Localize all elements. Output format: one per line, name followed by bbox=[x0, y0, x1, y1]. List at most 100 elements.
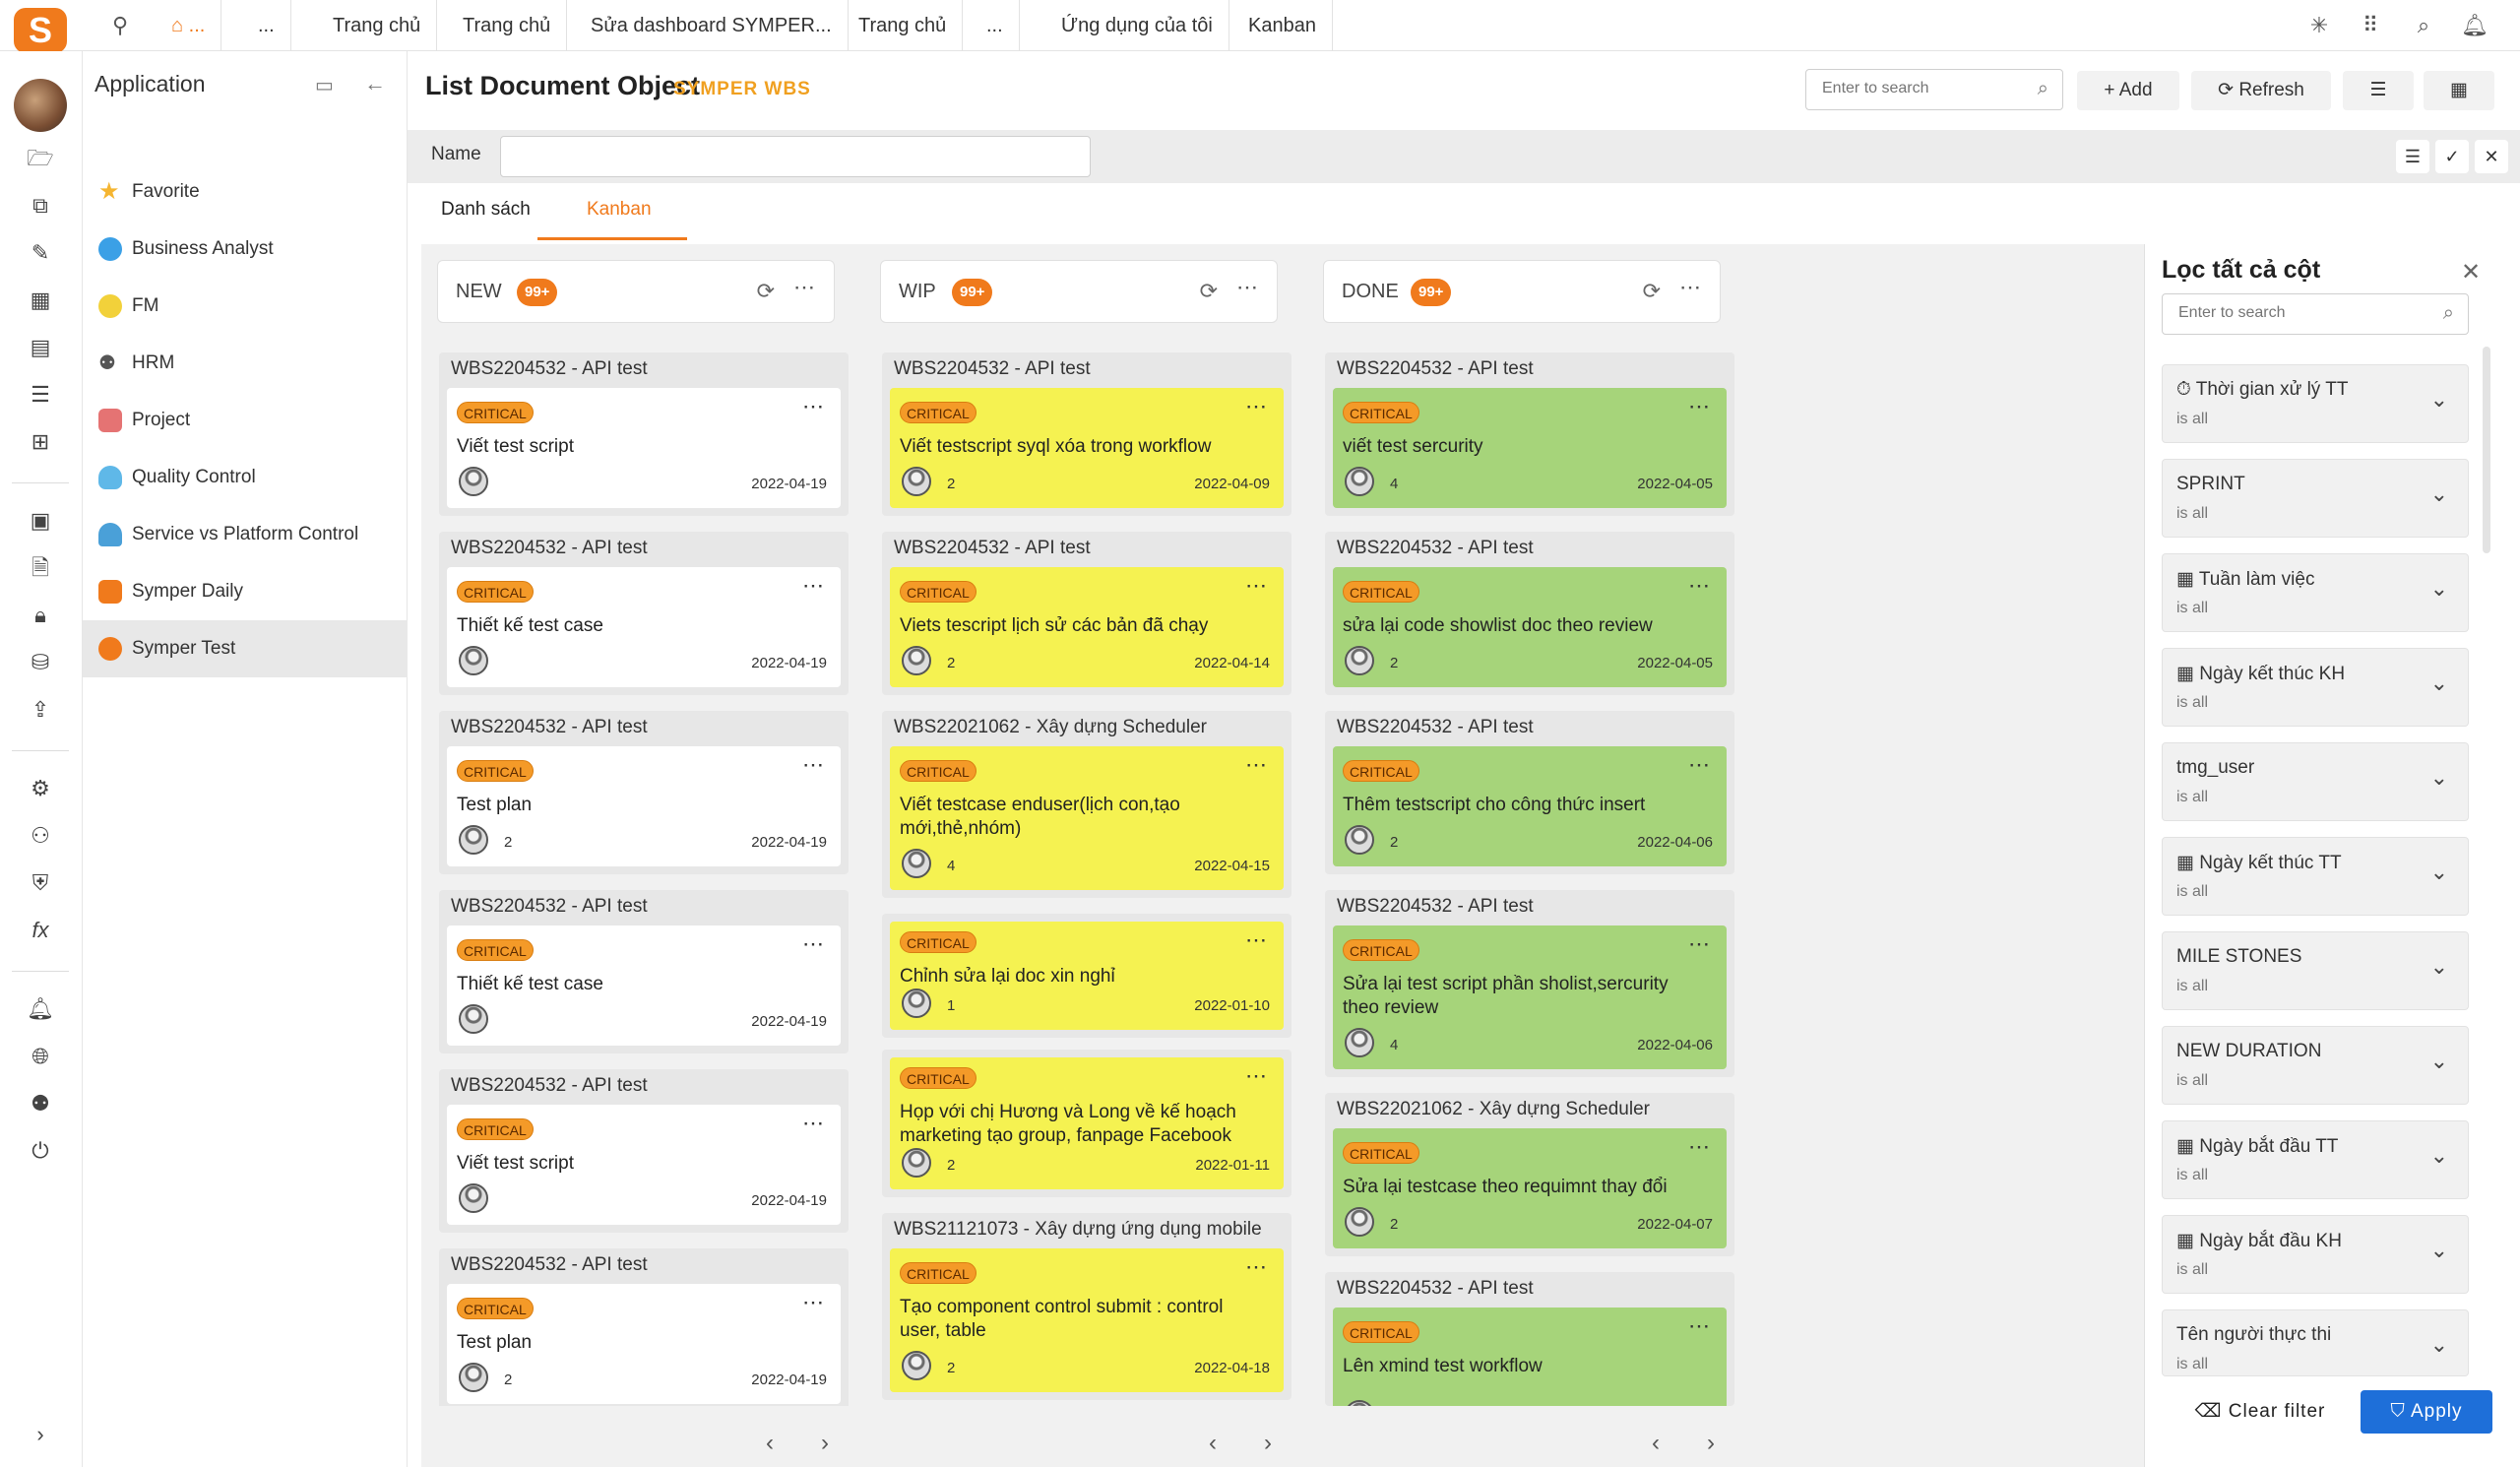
filter-button[interactable]: ☰ bbox=[2343, 71, 2414, 110]
sidebar-item-fm[interactable]: FM bbox=[83, 278, 408, 335]
card-more-icon[interactable]: ⋯ bbox=[1245, 752, 1268, 778]
globe-icon[interactable]: 🌐︎ bbox=[26, 1042, 55, 1071]
tab-more-left[interactable]: ... bbox=[242, 0, 291, 51]
chevron-down-icon[interactable]: ⌄ bbox=[2430, 670, 2448, 696]
folder-open-icon[interactable]: 🗁︎ bbox=[26, 144, 55, 173]
notification-settings-icon[interactable]: 🔔︎ bbox=[26, 994, 55, 1024]
card-body[interactable]: CRITICAL ⋯ sửa lại code showlist doc the… bbox=[1333, 567, 1727, 687]
chevron-down-icon[interactable]: ⌄ bbox=[2430, 1238, 2448, 1263]
filter-item[interactable]: ▦ Ngày kết thúc KH is all ⌄ bbox=[2162, 648, 2469, 727]
table-settings-button[interactable]: ▦ bbox=[2424, 71, 2494, 110]
kanban-card[interactable]: WBS2204532 - API test CRITICAL ⋯ sửa lại… bbox=[1325, 532, 1734, 695]
name-filter-input[interactable] bbox=[500, 136, 1091, 177]
card-more-icon[interactable]: ⋯ bbox=[1245, 1254, 1268, 1280]
card-body[interactable]: CRITICAL ⋯ Tạo component control submit … bbox=[890, 1248, 1284, 1392]
plug-icon[interactable]: ⏻ bbox=[26, 1136, 55, 1166]
kanban-card[interactable]: WBS22021062 - Xây dựng Scheduler CRITICA… bbox=[1325, 1093, 1734, 1256]
kanban-card[interactable]: WBS2204532 - API test CRITICAL ⋯ Thiết k… bbox=[439, 890, 849, 1053]
table-icon[interactable]: ▤ bbox=[26, 333, 55, 362]
chevron-down-icon[interactable]: ⌄ bbox=[2430, 481, 2448, 507]
card-more-icon[interactable]: ⋯ bbox=[802, 752, 825, 778]
refresh-icon[interactable]: ⟳ bbox=[1643, 279, 1661, 304]
clear-filter-button[interactable]: ⌫ Clear filter bbox=[2179, 1390, 2341, 1434]
expand-chevron-icon[interactable]: › bbox=[26, 1420, 55, 1449]
prev-page-icon[interactable]: ‹ bbox=[1652, 1430, 1660, 1457]
card-body[interactable]: CRITICAL ⋯ Sửa lại test script phần shol… bbox=[1333, 925, 1727, 1069]
pin-icon[interactable]: ⚲ bbox=[106, 12, 134, 39]
card-more-icon[interactable]: ⋯ bbox=[1688, 394, 1711, 419]
chevron-down-icon[interactable]: ⌄ bbox=[2430, 765, 2448, 791]
card-more-icon[interactable]: ⋯ bbox=[1245, 927, 1268, 953]
tab-kanban[interactable]: Kanban bbox=[1232, 0, 1333, 51]
sidebar-item-hrm[interactable]: ⚉ HRM bbox=[83, 335, 408, 392]
clear-close-icon[interactable]: ✕ bbox=[2475, 140, 2508, 173]
sidebar-item-quality-control[interactable]: Quality Control bbox=[83, 449, 408, 506]
sidebar-item-business-analyst[interactable]: Business Analyst bbox=[83, 221, 408, 278]
tab-kanban-view[interactable]: Kanban bbox=[587, 199, 652, 221]
filter-options-icon[interactable]: ☰ bbox=[2396, 140, 2429, 173]
kanban-card[interactable]: WBS2204532 - API test CRITICAL ⋯ Test pl… bbox=[439, 1248, 849, 1412]
card-body[interactable]: CRITICAL ⋯ Viết test script 2022-04-19 bbox=[447, 1105, 841, 1225]
sidebar-item-project[interactable]: Project bbox=[83, 392, 408, 449]
filter-item[interactable]: SPRINT is all ⌄ bbox=[2162, 459, 2469, 538]
apps-grid-icon[interactable]: ⠿ bbox=[2357, 12, 2384, 39]
kanban-card[interactable]: WBS2204532 - API test CRITICAL ⋯ Thêm te… bbox=[1325, 711, 1734, 874]
kanban-card[interactable]: WBS21121073 - Xây dựng ứng dụng mobile C… bbox=[882, 1213, 1292, 1400]
user-settings-icon[interactable]: ⚇ bbox=[26, 821, 55, 851]
more-options-icon[interactable]: ⋯ bbox=[793, 275, 816, 300]
sidebar-item-favorite[interactable]: ★ Favorite bbox=[83, 163, 408, 221]
kanban-card[interactable]: WBS22021062 - Xây dựng Scheduler CRITICA… bbox=[882, 711, 1292, 898]
next-page-icon[interactable]: › bbox=[1264, 1430, 1272, 1457]
user-link-icon[interactable]: ⚉ bbox=[26, 1089, 55, 1118]
file-check-icon[interactable]: 🗎︎ bbox=[26, 553, 55, 583]
chevron-down-icon[interactable]: ⌄ bbox=[2430, 1332, 2448, 1358]
tab-trang-chu-1[interactable]: Trang chủ bbox=[317, 0, 438, 51]
avatar[interactable] bbox=[14, 79, 67, 132]
kanban-card[interactable]: WBS2204532 - API test CRITICAL ⋯ Viết te… bbox=[882, 352, 1292, 516]
document-edit-icon[interactable]: ✎ bbox=[26, 238, 55, 268]
filter-item[interactable]: tmg_user is all ⌄ bbox=[2162, 742, 2469, 821]
kanban-card[interactable]: WBS2204532 - API test CRITICAL ⋯ Viets t… bbox=[882, 532, 1292, 695]
card-more-icon[interactable]: ⋯ bbox=[1688, 573, 1711, 599]
next-page-icon[interactable]: › bbox=[821, 1430, 829, 1457]
next-page-icon[interactable]: › bbox=[1707, 1430, 1715, 1457]
calendar-icon[interactable]: ▣ bbox=[26, 506, 55, 536]
card-more-icon[interactable]: ⋯ bbox=[1688, 1134, 1711, 1160]
filter-item[interactable]: ⏱ Thời gian xử lý TT is all ⌄ bbox=[2162, 364, 2469, 443]
chevron-down-icon[interactable]: ⌄ bbox=[2430, 860, 2448, 885]
card-body[interactable]: CRITICAL ⋯ Thêm testscript cho công thức… bbox=[1333, 746, 1727, 866]
card-more-icon[interactable]: ⋯ bbox=[802, 1290, 825, 1315]
filter-item[interactable]: ▦ Ngày kết thúc TT is all ⌄ bbox=[2162, 837, 2469, 916]
chevron-down-icon[interactable]: ⌄ bbox=[2430, 387, 2448, 413]
prev-page-icon[interactable]: ‹ bbox=[766, 1430, 774, 1457]
more-options-icon[interactable]: ⋯ bbox=[1236, 275, 1259, 300]
filter-item[interactable]: ▦ Ngày bắt đầu TT is all ⌄ bbox=[2162, 1120, 2469, 1199]
card-body[interactable]: CRITICAL ⋯ Viets tescript lịch sử các bả… bbox=[890, 567, 1284, 687]
card-more-icon[interactable]: ⋯ bbox=[1245, 394, 1268, 419]
widgets-icon[interactable]: ⊞ bbox=[26, 427, 55, 457]
card-body[interactable]: CRITICAL ⋯ Thiết kế test case 2022-04-19 bbox=[447, 567, 841, 687]
filter-search-input[interactable] bbox=[2163, 294, 2409, 332]
card-more-icon[interactable]: ⋯ bbox=[1688, 1313, 1711, 1339]
card-more-icon[interactable]: ⋯ bbox=[1688, 931, 1711, 957]
more-options-icon[interactable]: ⋯ bbox=[1679, 275, 1702, 300]
card-body[interactable]: CRITICAL ⋯ viết test sercurity 4 2022-04… bbox=[1333, 388, 1727, 508]
filter-item[interactable]: MILE STONES is all ⌄ bbox=[2162, 931, 2469, 1010]
kanban-card[interactable]: CRITICAL ⋯ Họp với chị Hương và Long về … bbox=[882, 1050, 1292, 1197]
symper-logo[interactable]: S bbox=[14, 8, 67, 53]
kanban-card[interactable]: CRITICAL ⋯ Chỉnh sửa lại doc xin nghỉ 1 … bbox=[882, 914, 1292, 1038]
card-body[interactable]: CRITICAL ⋯ Họp với chị Hương và Long về … bbox=[890, 1057, 1284, 1189]
chevron-down-icon[interactable]: ⌄ bbox=[2430, 954, 2448, 980]
hierarchy-icon[interactable]: ⧉ bbox=[26, 191, 55, 221]
bell-icon[interactable]: 🔔︎ bbox=[2461, 12, 2488, 39]
filter-item[interactable]: NEW DURATION is all ⌄ bbox=[2162, 1026, 2469, 1105]
chevron-down-icon[interactable]: ⌄ bbox=[2430, 576, 2448, 602]
tab-trang-chu-2[interactable]: Trang chủ bbox=[447, 0, 568, 51]
tab-home[interactable]: ⌂ ... bbox=[156, 0, 222, 51]
filter-item[interactable]: Tên người thực thi is all ⌄ bbox=[2162, 1309, 2469, 1376]
kanban-card[interactable]: WBS2204532 - API test CRITICAL ⋯ Viết te… bbox=[439, 1069, 849, 1233]
function-icon[interactable]: fx bbox=[26, 916, 55, 945]
layout-toggle-icon[interactable]: ▭ bbox=[315, 73, 334, 97]
tab-edit-dashboard[interactable]: Sửa dashboard SYMPER... bbox=[575, 0, 849, 51]
card-body[interactable]: CRITICAL ⋯ Test plan 2 2022-04-19 bbox=[447, 1284, 841, 1404]
